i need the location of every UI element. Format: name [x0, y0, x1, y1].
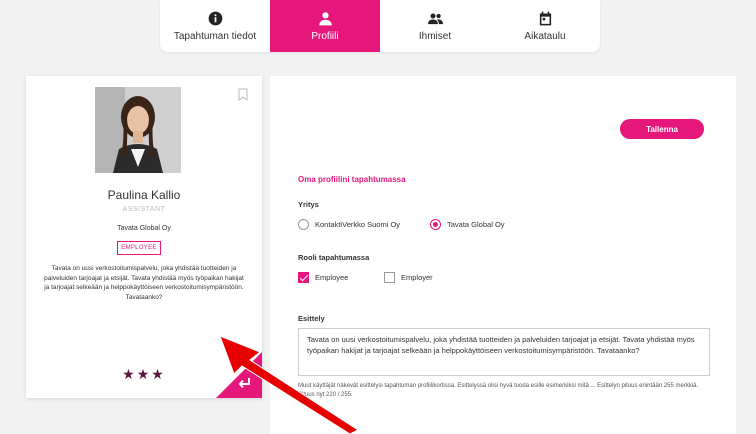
tab-schedule[interactable]: Aikataulu — [490, 0, 600, 52]
tab-people[interactable]: Ihmiset — [380, 0, 490, 52]
option-label: KontaktiVerkko Suomi Oy — [315, 220, 401, 229]
info-icon — [208, 11, 222, 25]
profile-form-panel: Tallenna Oma profiilini tapahtumassa Yri… — [270, 76, 736, 434]
intro-textarea[interactable]: Tavata on uusi verkostoitumispalvelu, jo… — [298, 328, 710, 376]
profile-card: Paulina Kallio ASSISTANT Tavata Global O… — [26, 76, 262, 398]
save-button[interactable]: Tallenna — [620, 119, 704, 139]
people-icon — [427, 13, 443, 24]
avatar — [95, 87, 181, 173]
role-label: Rooli tapahtumassa — [298, 253, 370, 262]
tab-label: Tapahtuman tiedot — [173, 30, 257, 42]
option-label: Employer — [401, 273, 433, 282]
option-label: Employee — [315, 273, 349, 282]
role-option-employee[interactable]: Employee — [298, 272, 348, 283]
radio-button[interactable] — [298, 219, 309, 230]
tab-profile[interactable]: Profiili — [270, 0, 380, 52]
tab-label: Aikataulu — [524, 30, 566, 42]
tab-label: Profiili — [311, 30, 339, 42]
profile-name: Paulina Kallio — [107, 188, 181, 202]
profile-company: Tavata Global Oy — [117, 225, 171, 232]
bookmark-icon[interactable] — [238, 88, 248, 101]
company-label: Yritys — [298, 200, 319, 209]
calendar-icon — [539, 11, 551, 25]
tab-bar: Tapahtuman tiedot Profiili Ihmiset Aikat… — [160, 0, 600, 52]
intro-help-text: Muut käyttäjät näkevät esittelysi tapaht… — [298, 383, 699, 398]
company-option-tavata[interactable]: Tavata Global Oy — [430, 219, 505, 230]
checkbox[interactable] — [384, 272, 395, 283]
role-option-employer[interactable]: Employer — [384, 272, 433, 283]
intro-label: Esittely — [298, 314, 325, 323]
person-icon — [318, 11, 332, 25]
checkbox-checked[interactable] — [298, 272, 309, 283]
profile-bio: Tavata on uusi verkostoitumispalvelu, jo… — [44, 265, 244, 301]
tab-event-info[interactable]: Tapahtuman tiedot — [160, 0, 270, 52]
company-option-kontaktiverkko[interactable]: KontaktiVerkko Suomi Oy — [298, 219, 400, 230]
option-label: Tavata Global Oy — [447, 220, 505, 229]
section-title: Oma profiilini tapahtumassa — [298, 175, 406, 184]
profile-title: ASSISTANT — [122, 206, 166, 213]
employee-badge: EMPLOYEE — [117, 241, 161, 255]
action-corner-button[interactable] — [216, 352, 262, 398]
tab-label: Ihmiset — [418, 30, 452, 42]
radio-button-selected[interactable] — [430, 219, 441, 230]
